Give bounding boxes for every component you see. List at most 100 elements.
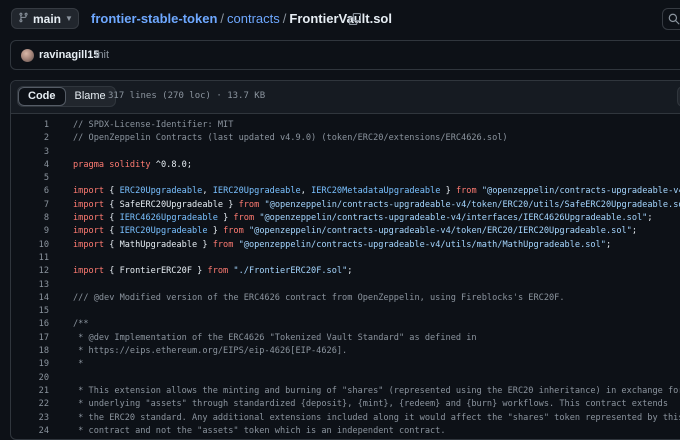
code-viewer-toolbar: Code Blame 317 lines (270 loc) · 13.7 KB xyxy=(11,81,680,114)
line-number[interactable]: 22 xyxy=(11,398,49,411)
code-line: 3 xyxy=(11,146,680,159)
code-line: 22 * underlying "assets" through standar… xyxy=(11,398,680,411)
breadcrumb-separator: / xyxy=(282,11,287,26)
branch-selector-button[interactable]: main ▼ xyxy=(11,8,79,29)
code-token: IERC4626Upgradeable xyxy=(119,213,218,224)
code-token: "@openzeppelin/contracts-upgradeable-v4/… xyxy=(238,239,606,250)
code-line: 5 xyxy=(11,172,680,185)
code-text: /// @dev Modified version of the ERC4626… xyxy=(73,292,565,305)
line-number[interactable]: 12 xyxy=(11,265,49,278)
code-text: import { SafeERC20Upgradeable } from "@o… xyxy=(73,199,680,212)
line-number[interactable]: 19 xyxy=(11,358,49,371)
code-token: , xyxy=(202,186,213,197)
line-number[interactable]: 18 xyxy=(11,345,49,358)
code-viewer: Code Blame 317 lines (270 loc) · 13.7 KB… xyxy=(10,80,680,440)
code-line: 6 import { ERC20Upgradeable, IERC20Upgrad… xyxy=(11,185,680,198)
line-number[interactable]: 14 xyxy=(11,292,49,305)
code-token: import xyxy=(73,266,105,277)
code-line: 14 /// @dev Modified version of the ERC46… xyxy=(11,292,680,305)
code-token: import xyxy=(73,186,105,197)
line-number[interactable]: 11 xyxy=(11,252,49,265)
line-number[interactable]: 20 xyxy=(11,372,49,385)
line-number[interactable]: 8 xyxy=(11,212,49,225)
code-line: 7 import { SafeERC20Upgradeable } from "@… xyxy=(11,199,680,212)
line-number[interactable]: 9 xyxy=(11,225,49,238)
code-token: ; xyxy=(186,159,193,170)
breadcrumb-repo-link[interactable]: frontier-stable-token xyxy=(91,11,217,26)
code-line: 20 xyxy=(11,372,680,385)
code-line: 11 xyxy=(11,252,680,265)
code-token: * This extension allows the minting and … xyxy=(73,385,680,396)
code-token: import xyxy=(73,213,105,224)
code-token: "@openzeppelin/contracts-upgradeable-v4/… xyxy=(248,226,632,237)
breadcrumb-file-name: FrontierVault.sol xyxy=(289,11,392,26)
code-token: "@openzeppelin/contracts-upgradeable-v4/… xyxy=(264,199,680,210)
commit-author-link[interactable]: ravinagill15 xyxy=(39,49,100,61)
code-text: * This extension allows the minting and … xyxy=(73,385,680,398)
code-line: 1 // SPDX-License-Identifier: MIT xyxy=(11,119,680,132)
code-token: * @dev Implementation of the ERC4626 "To… xyxy=(73,332,477,343)
code-line: 12 import { FrontierERC20F } from "./Fron… xyxy=(11,265,680,278)
code-token: { xyxy=(104,186,120,197)
code-token: ; xyxy=(605,239,612,250)
line-number[interactable]: 1 xyxy=(11,119,49,132)
latest-commit-bar: ravinagill15 init xyxy=(10,40,680,70)
git-branch-icon xyxy=(18,12,29,26)
code-token: import xyxy=(73,199,105,210)
line-number[interactable]: 17 xyxy=(11,332,49,345)
line-number[interactable]: 16 xyxy=(11,318,49,331)
code-text: import { ERC20Upgradeable, IERC20Upgrade… xyxy=(73,185,680,198)
file-meta-info: 317 lines (270 loc) · 13.7 KB xyxy=(108,91,266,101)
code-line: 10 import { MathUpgradeable } from "@open… xyxy=(11,239,680,252)
tab-code[interactable]: Code xyxy=(18,87,66,106)
code-token: from xyxy=(233,213,255,224)
line-number[interactable]: 23 xyxy=(11,412,49,425)
code-token: /** xyxy=(73,319,89,330)
line-number[interactable]: 2 xyxy=(11,132,49,145)
code-token: IERC20MetadataUpgradeable xyxy=(311,186,441,197)
avatar[interactable] xyxy=(21,49,34,62)
line-number[interactable]: 3 xyxy=(11,146,49,159)
code-token: // SPDX-License-Identifier: MIT xyxy=(73,120,234,130)
line-number[interactable]: 6 xyxy=(11,185,49,198)
copy-path-icon[interactable] xyxy=(349,12,361,30)
code-text: * @dev Implementation of the ERC4626 "To… xyxy=(73,332,477,345)
commit-message-link[interactable]: init xyxy=(95,49,109,61)
line-number[interactable]: 4 xyxy=(11,159,49,172)
code-token: from xyxy=(207,266,229,277)
code-text: // OpenZeppelin Contracts (last updated … xyxy=(73,132,508,145)
code-text: /** xyxy=(73,318,89,331)
line-number[interactable]: 7 xyxy=(11,199,49,212)
code-token: } xyxy=(217,213,234,224)
code-text: import { FrontierERC20F } from "./Fronti… xyxy=(73,265,352,278)
code-text: * contract and not the "assets" token wh… xyxy=(73,425,445,438)
code-token: // OpenZeppelin Contracts (last updated … xyxy=(73,133,508,144)
code-token: /// @dev Modified version of the ERC4626… xyxy=(73,292,565,303)
code-token: IERC20Upgradeable xyxy=(119,226,208,237)
breadcrumb-dir-link[interactable]: contracts xyxy=(227,11,280,26)
code-line: 2 // OpenZeppelin Contracts (last updated… xyxy=(11,132,680,145)
code-line: 19 * xyxy=(11,358,680,371)
search-button[interactable] xyxy=(662,8,680,30)
line-number[interactable]: 24 xyxy=(11,425,49,438)
code-line: 17 * @dev Implementation of the ERC4626 … xyxy=(11,332,680,345)
line-number[interactable]: 13 xyxy=(11,279,49,292)
code-token: IERC20Upgradeable xyxy=(212,186,301,197)
branch-name: main xyxy=(33,11,62,26)
code-token: pragma solidity xyxy=(73,159,156,170)
file-header-bar: main ▼ frontier-stable-token / contracts / F… xyxy=(0,0,680,38)
code-token: ; xyxy=(347,266,353,277)
line-number[interactable]: 15 xyxy=(11,305,49,318)
line-number[interactable]: 10 xyxy=(11,239,49,252)
code-token: "@openzeppelin/contracts-upgradeable-v4/… xyxy=(259,213,648,224)
code-text: // SPDX-License-Identifier: MIT xyxy=(73,119,233,132)
code-token: from xyxy=(455,186,477,197)
code-text: import { IERC20Upgradeable } from "@open… xyxy=(73,225,637,238)
line-number[interactable]: 5 xyxy=(11,172,49,185)
line-number[interactable]: 21 xyxy=(11,385,49,398)
code-token: } xyxy=(440,186,456,197)
code-token: { MathUpgradeable } xyxy=(104,239,213,250)
code-token: * xyxy=(73,359,84,370)
breadcrumb-separator: / xyxy=(220,11,225,26)
code-token: "@openzeppelin/contracts-upgradeable-v4/… xyxy=(481,186,680,197)
